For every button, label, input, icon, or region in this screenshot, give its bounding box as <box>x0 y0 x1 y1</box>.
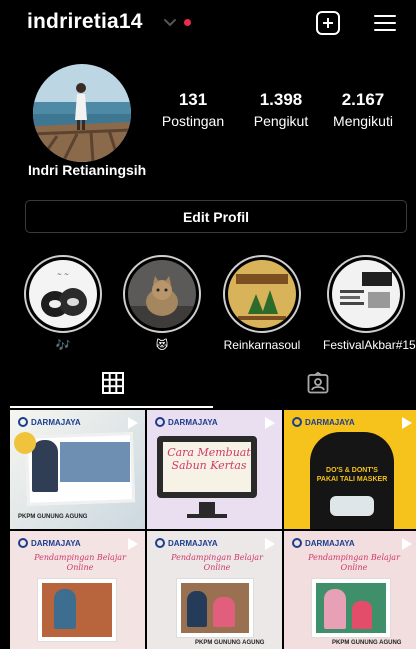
full-name: Indri Retianingsih <box>28 162 147 178</box>
highlight-caption: 🎶 <box>55 338 71 352</box>
highlight-caption: 😻 <box>155 338 169 352</box>
avatar[interactable] <box>33 64 131 162</box>
brand-label: DARMAJAYA <box>155 538 218 548</box>
post-footer: PKPM GUNUNG AGUNG <box>195 640 265 646</box>
profile-header: indriretia14 <box>0 0 416 48</box>
grid-icon[interactable] <box>102 372 124 394</box>
highlight-3[interactable]: Reinkarnasoul <box>222 255 302 352</box>
highlight-ring: ~ ~ <box>24 255 102 333</box>
stat-followers[interactable]: 1.398 Pengikut <box>248 90 314 129</box>
notification-dot <box>184 19 191 26</box>
brand-label: DARMAJAYA <box>18 538 81 548</box>
highlight-caption: Reinkarnasoul <box>223 338 301 352</box>
stat-posts[interactable]: 131 Postingan <box>160 90 226 129</box>
post-thumbnail[interactable]: DARMAJAYA Cara Membuat Sabun Kertas <box>147 410 282 529</box>
post-thumbnail[interactable]: DARMAJAYA PKPM GUNUNG AGUNG <box>10 410 145 529</box>
followers-count: 1.398 <box>259 90 303 109</box>
profile-tabs <box>0 362 416 408</box>
highlight-4[interactable]: FestivalAkbar#15 <box>323 255 416 352</box>
posts-count: 131 <box>178 90 208 109</box>
edit-profile-button[interactable]: Edit Profil <box>25 200 407 233</box>
post-title: Cara Membuat Sabun Kertas <box>167 446 251 472</box>
highlight-caption: FestivalAkbar#15 <box>323 338 416 352</box>
following-label: Mengikuti <box>333 113 393 129</box>
post-thumbnail[interactable]: DARMAJAYA Pendampingan Belajar Online <box>10 531 145 649</box>
reel-icon <box>402 417 412 429</box>
reel-icon <box>265 538 275 550</box>
brand-label: DARMAJAYA <box>155 417 218 427</box>
reel-icon <box>402 538 412 550</box>
brand-label: DARMAJAYA <box>292 417 355 427</box>
reel-icon <box>128 538 138 550</box>
reel-icon <box>265 417 275 429</box>
reel-icon <box>128 417 138 429</box>
brand-label: DARMAJAYA <box>292 538 355 548</box>
highlight-1[interactable]: ~ ~ 🎶 <box>23 255 103 352</box>
svg-text:~ ~: ~ ~ <box>57 271 69 278</box>
menu-icon[interactable] <box>374 13 396 33</box>
highlight-ring <box>123 255 201 333</box>
post-thumbnail[interactable]: DARMAJAYA Pendampingan Belajar Online PK… <box>147 531 282 649</box>
highlight-cover <box>228 260 296 328</box>
post-title: DO'S & DONT'S PAKAI TALI MASKER <box>316 467 388 483</box>
tagged-icon[interactable] <box>307 372 329 394</box>
highlight-cover <box>332 260 400 328</box>
brand-label: DARMAJAYA <box>18 417 81 427</box>
username[interactable]: indriretia14 <box>27 10 143 34</box>
highlight-cover <box>128 260 196 328</box>
post-footer: PKPM GUNUNG AGUNG <box>18 514 88 520</box>
highlight-ring <box>223 255 301 333</box>
highlight-2[interactable]: 😻 <box>122 255 202 352</box>
post-thumbnail[interactable]: DARMAJAYA DO'S & DONT'S PAKAI TALI MASKE… <box>284 410 416 529</box>
highlight-ring <box>327 255 405 333</box>
new-post-icon[interactable] <box>316 11 340 35</box>
post-footer: PKPM GUNUNG AGUNG <box>332 640 402 646</box>
following-count: 2.167 <box>341 90 385 109</box>
post-title: Pendampingan Belajar Online <box>34 553 126 572</box>
stat-following[interactable]: 2.167 Mengikuti <box>328 90 398 129</box>
highlight-cover: ~ ~ <box>29 260 97 328</box>
followers-label: Pengikut <box>253 113 309 129</box>
post-title: Pendampingan Belajar Online <box>308 553 400 572</box>
active-tab-indicator <box>10 406 213 408</box>
post-title: Pendampingan Belajar Online <box>171 553 263 572</box>
posts-label: Postingan <box>161 113 225 129</box>
chevron-down-icon[interactable] <box>162 14 178 30</box>
post-thumbnail[interactable]: DARMAJAYA Pendampingan Belajar Online PK… <box>284 531 416 649</box>
